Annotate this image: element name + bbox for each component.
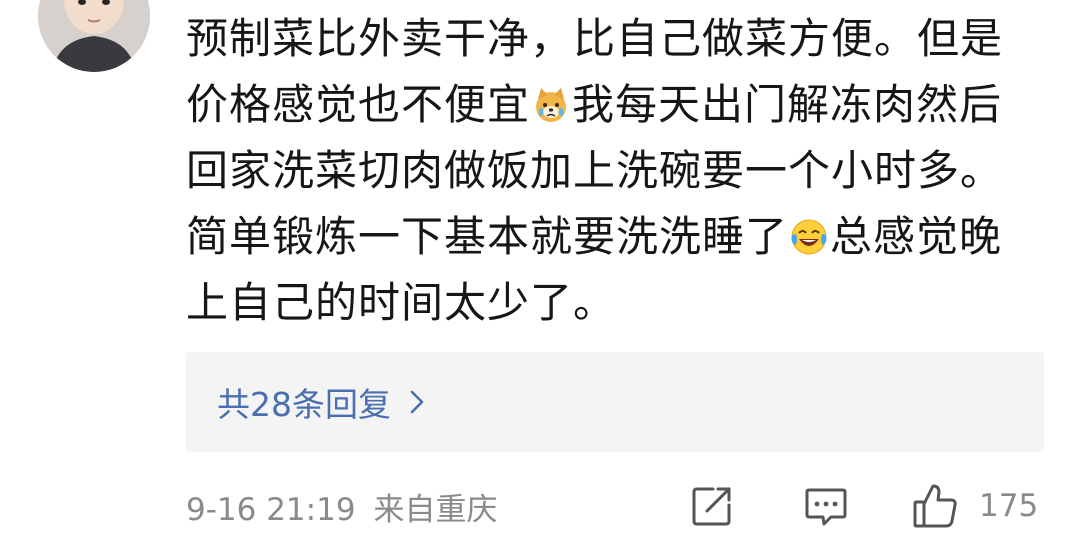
comment-line-3: 回家洗菜切肉做饭加上洗碗要一个小时多。: [186, 138, 1056, 204]
comment-text-segment: 简单锻炼一下基本就要洗洗睡了: [186, 212, 789, 261]
thumbs-up-icon: [913, 484, 957, 528]
share-icon: [692, 487, 731, 526]
comment-line-4: 简单锻炼一下基本就要洗洗睡了 总感觉晚: [186, 204, 1056, 270]
like-count: 175: [979, 488, 1039, 524]
comment-text-segment: 价格感觉也不便宜: [186, 80, 531, 129]
chevron-right-icon: [410, 390, 424, 414]
comment-icon: [805, 488, 847, 526]
avatar[interactable]: [38, 0, 150, 72]
like-button[interactable]: 175: [911, 482, 1038, 530]
comment-text-segment: 我每天出门解冻肉然后: [572, 80, 1003, 129]
replies-count-label: 共28条回复: [217, 385, 391, 424]
avatar-image: [38, 0, 150, 72]
comment-text-segment: 上自己的时间太少了。: [186, 278, 617, 327]
crying-dog-emoji-icon: [531, 78, 571, 122]
comment-meta: 9-16 21:19 来自重庆: [186, 484, 498, 529]
comment-text-segment: 总感觉晚: [830, 212, 1003, 261]
comment-text-segment: 预制菜比外卖干净，比自己做菜方便。但是: [186, 14, 1004, 63]
share-button[interactable]: [689, 482, 735, 530]
comment-button[interactable]: [803, 482, 849, 530]
comment-line-2: 价格感觉也不便宜 我每天出门解冻肉然后: [186, 72, 1056, 138]
comment-line-5: 上自己的时间太少了。: [186, 270, 1056, 336]
view-replies-link[interactable]: 共28条回复: [217, 378, 427, 426]
laughing-crying-emoji-icon: [789, 210, 829, 255]
comment-line-1: 预制菜比外卖干净，比自己做菜方便。但是: [186, 6, 1056, 72]
comment-text-segment: 回家洗菜切肉做饭加上洗碗要一个小时多。: [186, 146, 1004, 195]
comment-text: 预制菜比外卖干净，比自己做菜方便。但是 价格感觉也不便宜 我每天出门解冻肉然后 …: [186, 6, 1056, 336]
location: 来自重庆: [373, 492, 498, 528]
replies-panel[interactable]: 共28条回复: [186, 352, 1044, 452]
timestamp: 9-16 21:19: [186, 492, 356, 528]
comment-footer: 9-16 21:19 来自重庆 175: [186, 478, 1056, 534]
